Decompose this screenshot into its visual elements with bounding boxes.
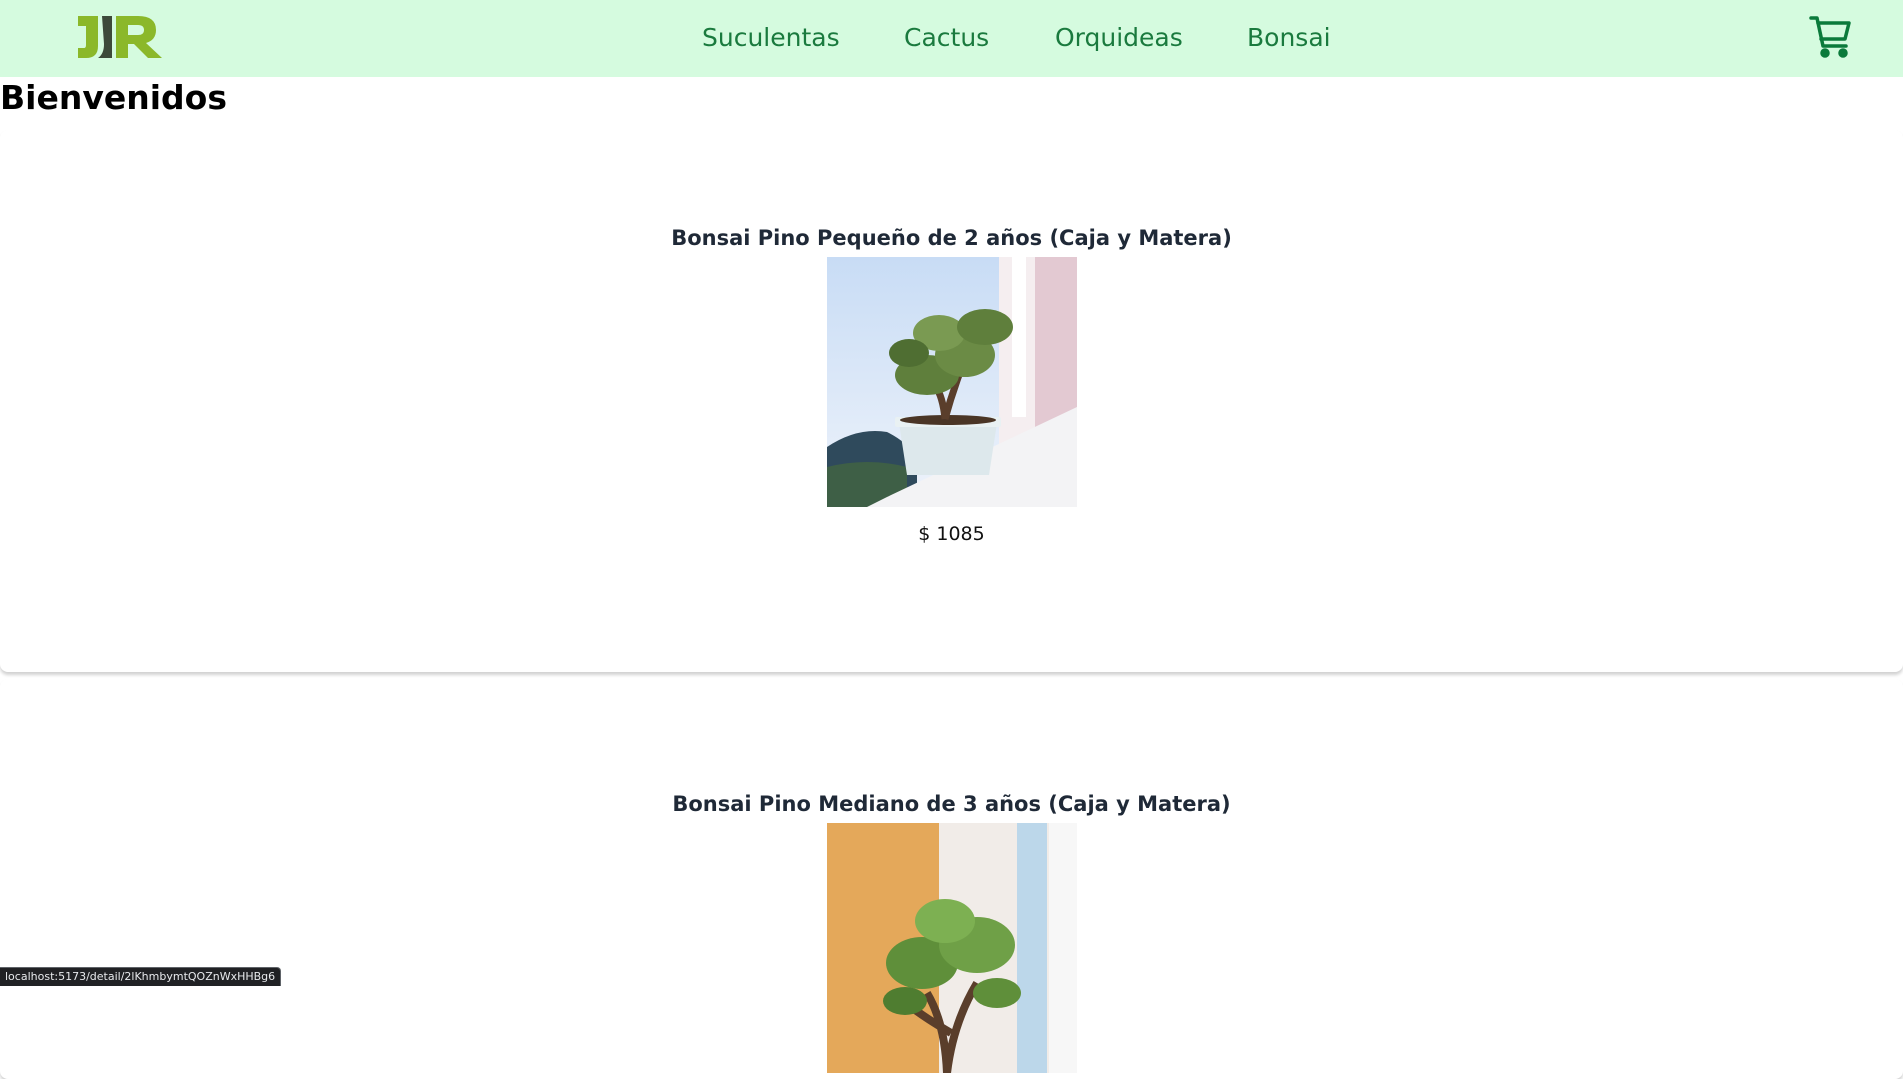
browser-status-url: localhost:5173/detail/2lKhmbymtQOZnWxHHB… [0,967,282,986]
nav-link-cactus[interactable]: Cactus [904,23,989,52]
main-nav: Suculentas Cactus Orquideas Bonsai [0,0,1903,77]
product-image-bonsai-medium[interactable] [827,823,1077,1073]
page-title: Bienvenidos [0,78,227,117]
product-name: Bonsai Pino Pequeño de 2 años (Caja y Ma… [671,226,1232,250]
nav-link-suculentas[interactable]: Suculentas [702,23,840,52]
product-name: Bonsai Pino Mediano de 3 años (Caja y Ma… [672,792,1231,816]
product-card[interactable]: Bonsai Pino Mediano de 3 años (Caja y Ma… [0,679,1903,1079]
product-image-bonsai-pine-small[interactable] [827,257,1077,507]
shopping-cart-icon[interactable] [1808,15,1854,61]
nav-link-bonsai[interactable]: Bonsai [1247,23,1331,52]
top-navbar: Suculentas Cactus Orquideas Bonsai [0,0,1903,77]
product-card[interactable]: Bonsai Pino Pequeño de 2 años (Caja y Ma… [0,130,1903,672]
product-price: $ 1085 [918,523,985,545]
nav-link-orquideas[interactable]: Orquideas [1055,23,1183,52]
